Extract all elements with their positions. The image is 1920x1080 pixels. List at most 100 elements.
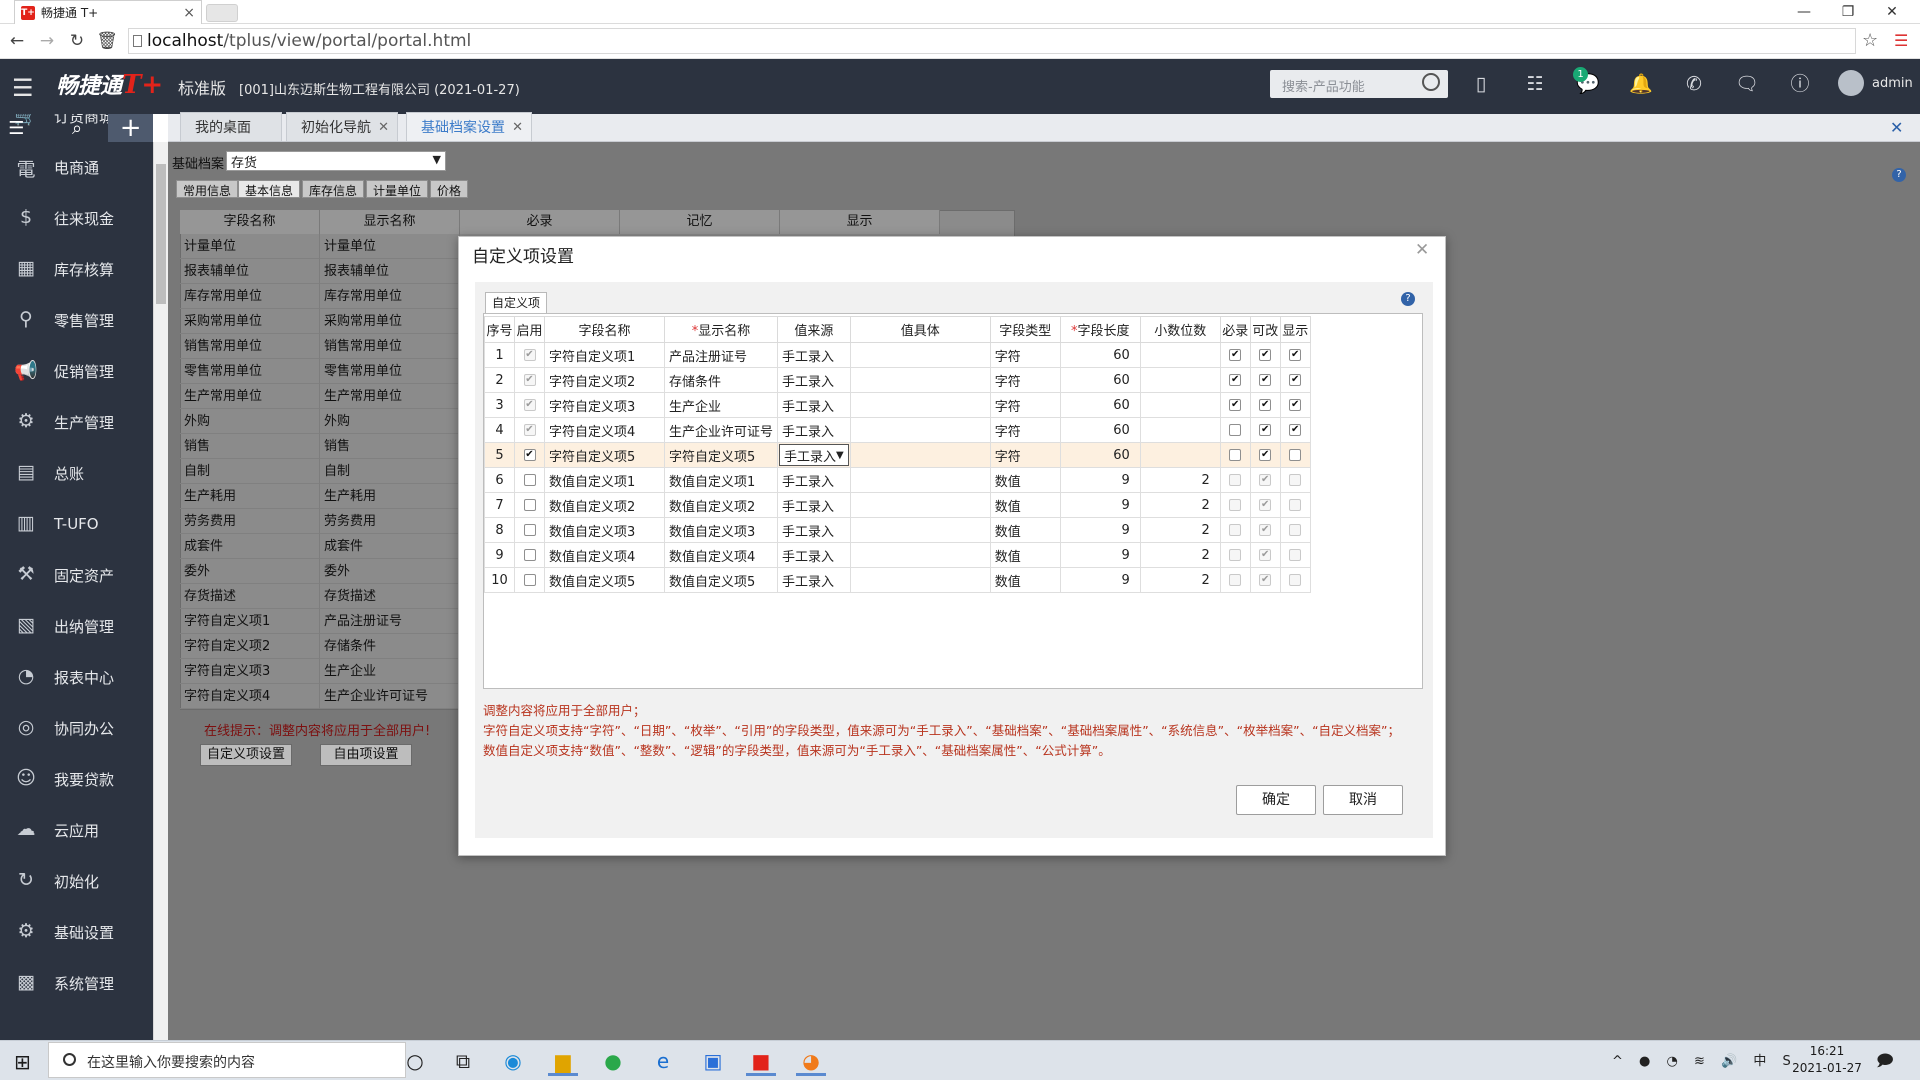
cell-value-detail[interactable] bbox=[849, 492, 991, 518]
cell-value-source[interactable]: 手工录入 bbox=[777, 492, 851, 518]
cell-field-type[interactable]: 数值 bbox=[989, 492, 1061, 518]
cancel-button[interactable]: 取消 bbox=[1323, 785, 1403, 815]
bg-table-row[interactable]: 生产耗用 生产耗用 bbox=[180, 484, 460, 509]
cell-field-type[interactable]: 数值 bbox=[989, 467, 1061, 493]
table-row[interactable]: 8 数值自定义项3 数值自定义项3 手工录入 数值 9 2 ✔ bbox=[484, 517, 1311, 543]
cell-field-length[interactable]: 9 bbox=[1059, 567, 1141, 593]
help-icon[interactable]: ? bbox=[1892, 168, 1906, 182]
required-checkbox[interactable] bbox=[1229, 449, 1242, 461]
task-view-icon[interactable]: ⧉ bbox=[448, 1046, 478, 1076]
reload-icon[interactable]: ↻ bbox=[64, 31, 90, 51]
clock[interactable]: 16:21 2021-01-27 bbox=[1790, 1043, 1864, 1077]
bg-table-row[interactable]: 字符自定义项3 生产企业 bbox=[180, 659, 460, 684]
sidebar-item[interactable]: ▤ 总账 bbox=[0, 449, 153, 497]
sidebar-item[interactable]: ⚲ 零售管理 bbox=[0, 296, 153, 344]
table-row[interactable]: 1 ✔ 字符自定义项1 产品注册证号 手工录入 字符 60 ✔ ✔ ✔ bbox=[484, 342, 1311, 368]
cell-value-detail[interactable] bbox=[849, 567, 991, 593]
required-checkbox[interactable]: ✔ bbox=[1229, 374, 1242, 386]
sidebar-item[interactable]: ▦ 库存核算 bbox=[0, 245, 153, 293]
cell-decimals[interactable]: 2 bbox=[1139, 492, 1221, 518]
chat-icon[interactable]: 🗨 bbox=[1733, 70, 1761, 98]
sidebar-scrollbar[interactable] bbox=[153, 142, 168, 1040]
cell-value-detail[interactable] bbox=[849, 367, 991, 393]
tab-close-icon[interactable]: × bbox=[183, 5, 195, 21]
sidebar-item[interactable]: ⚙ 生产管理 bbox=[0, 398, 153, 446]
editable-checkbox[interactable]: ✔ bbox=[1259, 374, 1272, 386]
cell-field-length[interactable]: 60 bbox=[1059, 442, 1141, 468]
editable-checkbox[interactable]: ✔ bbox=[1259, 424, 1272, 436]
new-tab-button[interactable] bbox=[206, 4, 238, 22]
minimize-button[interactable]: — bbox=[1784, 2, 1824, 22]
forward-icon[interactable]: → bbox=[34, 31, 60, 51]
cell-display-name[interactable]: 数值自定义项4 bbox=[663, 542, 779, 568]
cell-display-name[interactable]: 数值自定义项5 bbox=[663, 567, 779, 593]
tab-custom-items[interactable]: 自定义项 bbox=[485, 292, 547, 314]
show-checkbox[interactable]: ✔ bbox=[1289, 399, 1302, 411]
search-icon[interactable]: ⌕ bbox=[61, 114, 94, 142]
bookmark-star-icon[interactable]: ☆ bbox=[1862, 30, 1878, 51]
cortana-icon[interactable]: ○ bbox=[400, 1046, 430, 1076]
table-row[interactable]: 3 ✔ 字符自定义项3 生产企业 手工录入 字符 60 ✔ ✔ ✔ bbox=[484, 392, 1311, 418]
cell-field-type[interactable]: 字符 bbox=[989, 417, 1061, 443]
tplus-taskbar-icon[interactable]: ■ bbox=[746, 1046, 776, 1076]
cell-display-name[interactable]: 生产企业 bbox=[663, 392, 779, 418]
editable-checkbox[interactable]: ✔ bbox=[1259, 399, 1272, 411]
sidebar-item[interactable]: $ 往来现金 bbox=[0, 194, 153, 242]
sidebar-item[interactable]: ▩ 系统管理 bbox=[0, 959, 153, 1007]
trash-icon[interactable]: 🗑 bbox=[94, 31, 120, 51]
browser-taskbar-icon[interactable]: ◕ bbox=[796, 1046, 826, 1076]
table-row[interactable]: 5 ✔ 字符自定义项5 字符自定义项5 手工录入 ▼ 字符 60 ✔ bbox=[484, 442, 1311, 468]
cell-decimals[interactable]: 2 bbox=[1139, 517, 1221, 543]
bg-table-row[interactable]: 存货描述 存货描述 bbox=[180, 584, 460, 609]
taskbar-search-input[interactable]: 在这里输入你要搜索的内容 bbox=[48, 1042, 406, 1078]
cell-value-source[interactable]: 手工录入 bbox=[777, 517, 851, 543]
bg-table-row[interactable]: 零售常用单位 零售常用单位 bbox=[180, 359, 460, 384]
cell-value-detail[interactable] bbox=[849, 517, 991, 543]
bg-table-row[interactable]: 字符自定义项1 产品注册证号 bbox=[180, 609, 460, 634]
bg-table-row[interactable]: 自制 自制 bbox=[180, 459, 460, 484]
value-source-select[interactable]: 手工录入 ▼ bbox=[779, 444, 849, 466]
sidebar-item[interactable]: ☁ 云应用 bbox=[0, 806, 153, 854]
back-icon[interactable]: ← bbox=[4, 31, 30, 51]
cell-value-source[interactable]: 手工录入 ▼ bbox=[777, 442, 851, 468]
cell-field-length[interactable]: 9 bbox=[1059, 492, 1141, 518]
table-row[interactable]: 10 数值自定义项5 数值自定义项5 手工录入 数值 9 2 ✔ bbox=[484, 567, 1311, 593]
cell-value-detail[interactable] bbox=[849, 392, 991, 418]
sidebar-item[interactable]: ▧ 出纳管理 bbox=[0, 602, 153, 650]
bg-table-row[interactable]: 库存常用单位 库存常用单位 bbox=[180, 284, 460, 309]
cell-value-detail[interactable] bbox=[849, 542, 991, 568]
table-row[interactable]: 9 数值自定义项4 数值自定义项4 手工录入 数值 9 2 ✔ bbox=[484, 542, 1311, 568]
user-name[interactable]: admin bbox=[1872, 76, 1913, 91]
scrollbar-thumb[interactable] bbox=[156, 164, 166, 304]
enabled-checkbox[interactable] bbox=[523, 574, 536, 586]
enabled-checkbox[interactable] bbox=[523, 474, 536, 486]
bg-table-row[interactable]: 报表辅单位 报表辅单位 bbox=[180, 259, 460, 284]
bg-tab-price[interactable]: 价格 bbox=[430, 180, 469, 198]
avatar[interactable] bbox=[1838, 70, 1864, 96]
tab-basic-archive-settings[interactable]: 基础档案设置 ✕ bbox=[406, 112, 532, 142]
enabled-checkbox[interactable] bbox=[523, 499, 536, 511]
editable-checkbox[interactable]: ✔ bbox=[1259, 349, 1272, 361]
cell-value-source[interactable]: 手工录入 bbox=[777, 367, 851, 393]
bg-table-row[interactable]: 销售 销售 bbox=[180, 434, 460, 459]
bg-table-row[interactable]: 采购常用单位 采购常用单位 bbox=[180, 309, 460, 334]
bg-tab-stock[interactable]: 库存信息 bbox=[302, 180, 365, 198]
ok-button[interactable]: 确定 bbox=[1236, 785, 1316, 815]
app-w-icon[interactable]: ▣ bbox=[698, 1046, 728, 1076]
sidebar-item[interactable]: 📢 促销管理 bbox=[0, 347, 153, 395]
tab-close-icon[interactable]: ✕ bbox=[378, 120, 389, 135]
cell-display-name[interactable]: 数值自定义项2 bbox=[663, 492, 779, 518]
product-search-input[interactable]: 搜索-产品功能 bbox=[1270, 70, 1448, 98]
table-row[interactable]: 7 数值自定义项2 数值自定义项2 手工录入 数值 9 2 ✔ bbox=[484, 492, 1311, 518]
cell-field-length[interactable]: 9 bbox=[1059, 517, 1141, 543]
list-icon[interactable]: ☷ bbox=[1521, 70, 1549, 98]
dialog-close-icon[interactable]: ✕ bbox=[1415, 240, 1429, 260]
custom-items-button[interactable]: 自定义项设置 bbox=[200, 744, 292, 766]
help-icon[interactable]: ⓘ bbox=[1786, 70, 1814, 98]
free-items-button[interactable]: 自由项设置 bbox=[320, 744, 412, 766]
cell-value-source[interactable]: 手工录入 bbox=[777, 342, 851, 368]
add-icon[interactable]: + bbox=[108, 113, 153, 143]
show-checkbox[interactable] bbox=[1289, 449, 1302, 461]
cell-field-length[interactable]: 60 bbox=[1059, 417, 1141, 443]
table-row[interactable]: 4 ✔ 字符自定义项4 生产企业许可证号 手工录入 字符 60 ✔ ✔ bbox=[484, 417, 1311, 443]
